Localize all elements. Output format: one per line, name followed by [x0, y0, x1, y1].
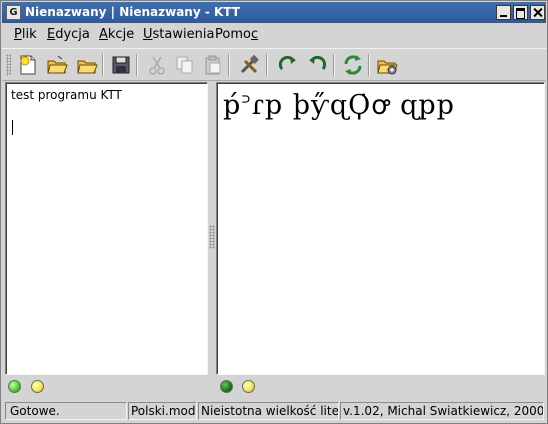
status-mode-file: Polski.mod — [128, 402, 197, 420]
menu-ustawienia-accel: U — [143, 27, 153, 42]
open-settings-icon — [377, 60, 398, 75]
menu-plik-post: lik — [21, 27, 37, 42]
splitter-grip[interactable] — [209, 225, 215, 249]
copy-button[interactable] — [172, 52, 198, 78]
cut-icon — [149, 56, 165, 75]
paste-icon — [205, 55, 221, 75]
left-indicator-green — [8, 380, 21, 393]
status-case-mode: Nieistotna wielkość liter — [198, 402, 339, 420]
toolbar-separator — [266, 54, 268, 76]
minimize-button[interactable] — [496, 5, 511, 20]
toolbar-separator — [102, 54, 104, 76]
app-window: G Nienazwany | Nienazwany - KTT Plik Edy… — [0, 0, 548, 424]
tools-icon — [240, 54, 259, 74]
status-version: v.1.02, Michal Swiatkiewicz, 2000 — [340, 402, 544, 420]
open-file-icon — [47, 55, 68, 74]
toolbar — [2, 48, 546, 81]
tengwar-output-area[interactable]: ṕ꜄ɾp þƴ̋ɋϘ̇ꝍ ɋpp — [216, 82, 545, 375]
source-text-area[interactable]: test programu KTT — [5, 82, 208, 375]
menu-akcje-post: kcje — [107, 27, 135, 42]
title-bar[interactable]: G Nienazwany | Nienazwany - KTT — [2, 2, 546, 23]
menu-edycja[interactable]: Edycja — [47, 27, 90, 43]
maximize-button[interactable] — [513, 5, 528, 20]
toolbar-separator — [228, 54, 230, 76]
refresh-button[interactable] — [340, 52, 366, 78]
pane-splitter[interactable] — [208, 82, 216, 375]
menu-ustawienia[interactable]: Ustawienia — [143, 27, 214, 43]
tengwar-output-text: ṕ꜄ɾp þƴ̋ɋϘ̇ꝍ ɋpp — [223, 90, 455, 121]
text-cursor — [12, 120, 13, 135]
paste-button[interactable] — [200, 52, 226, 78]
copy-icon — [176, 56, 193, 74]
toolbar-separator — [368, 54, 370, 76]
right-indicator-green — [220, 380, 233, 393]
menu-pomoc-accel: c — [250, 27, 259, 42]
open-settings-button[interactable] — [374, 52, 400, 78]
toolbar-grip[interactable] — [6, 54, 11, 76]
menu-pomoc-pre: Pomo — [215, 27, 251, 42]
window-title: Nienazwany | Nienazwany - KTT — [25, 5, 240, 19]
undo-icon — [309, 55, 327, 70]
menu-edycja-post: dycja — [55, 27, 90, 42]
menu-plik[interactable]: Plik — [14, 27, 37, 43]
undo-button[interactable] — [304, 52, 330, 78]
redo-icon — [278, 55, 296, 70]
open-file-button[interactable] — [44, 52, 70, 78]
redo-button[interactable] — [275, 52, 301, 78]
left-indicator-yellow — [31, 380, 44, 393]
menu-ustawienia-post: stawienia — [152, 27, 215, 42]
open-file-alt-icon — [77, 60, 98, 74]
toolbar-separator — [333, 54, 335, 76]
menu-plik-accel: P — [14, 27, 22, 42]
save-icon — [112, 56, 130, 74]
tools-button[interactable] — [236, 52, 262, 78]
menu-akcje[interactable]: Akcje — [99, 27, 134, 43]
app-icon[interactable]: G — [6, 5, 21, 20]
menu-akcje-accel: A — [99, 27, 108, 42]
menu-bar: Plik Edycja Akcje Ustawienia Pomoc — [2, 23, 546, 47]
menu-pomoc[interactable]: Pomoc — [215, 27, 258, 43]
save-button[interactable] — [108, 52, 134, 78]
new-file-icon — [20, 55, 36, 75]
toolbar-separator — [136, 54, 138, 76]
close-button[interactable] — [530, 5, 545, 20]
right-indicator-yellow — [242, 380, 255, 393]
status-message: Gotowe. — [5, 402, 127, 420]
status-bar: Gotowe. Polski.mod Nieistotna wielkość l… — [2, 400, 546, 422]
refresh-icon — [344, 55, 362, 75]
menu-edycja-accel: E — [47, 27, 56, 42]
cut-button[interactable] — [144, 52, 170, 78]
new-file-button[interactable] — [15, 52, 41, 78]
source-text: test programu KTT — [11, 88, 122, 102]
open-file-alt-button[interactable] — [74, 52, 100, 78]
